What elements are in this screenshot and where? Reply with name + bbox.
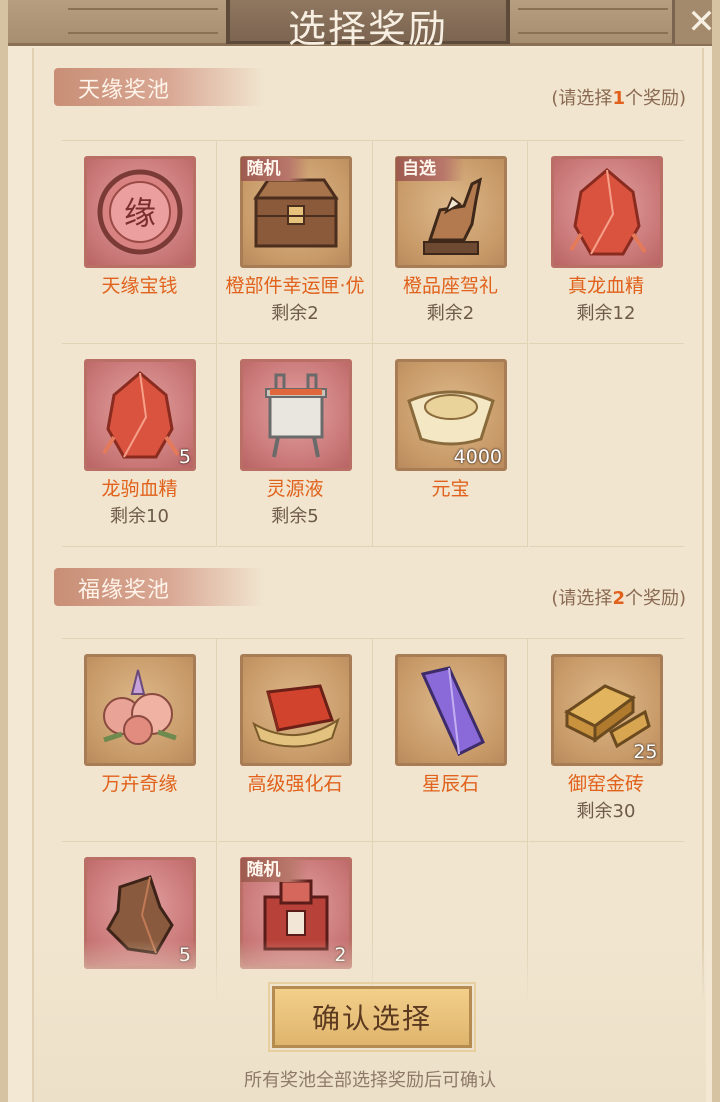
item-name: 星辰石 xyxy=(421,773,479,795)
title-bar: 选择奖励 xyxy=(8,0,712,51)
confirm-hint-text: 所有奖池全部选择奖励后可确认 xyxy=(244,1070,496,1091)
item-remaining-count: 剩余10 xyxy=(110,506,169,527)
svg-text:缘: 缘 xyxy=(124,194,156,232)
item-name: 橙部件幸运匣·优 xyxy=(225,275,365,297)
title-plate: 选择奖励 xyxy=(226,0,510,51)
empty-cell xyxy=(528,344,684,547)
item-remaining-count: 剩余2 xyxy=(426,303,475,324)
reward-item[interactable]: 25 御窑金砖剩余30 xyxy=(528,639,684,842)
item-frame[interactable] xyxy=(239,654,352,766)
page-title: 选择奖励 xyxy=(287,7,448,51)
item-frame[interactable]: 随机 xyxy=(239,156,352,268)
flower-bouquet-icon xyxy=(87,657,193,763)
item-quantity: 5 xyxy=(178,446,191,468)
reward-item[interactable]: 万卉奇缘 xyxy=(62,639,217,842)
item-name: 元宝 xyxy=(431,478,470,500)
reward-panel: 天缘奖池 (请选择1个奖励) 缘天缘宝钱 随机 橙部件幸运匣·优 剩余2 自选 橙品座驾礼… xyxy=(32,48,706,1102)
reward-item[interactable]: 真龙血精剩余12 xyxy=(528,141,684,344)
reward-item[interactable]: 自选橙品座驾礼剩余2 xyxy=(373,141,528,344)
item-remaining-count: 剩余30 xyxy=(576,801,636,822)
reward-item[interactable]: 星辰石 xyxy=(373,639,528,842)
item-tag-badge: 自选 xyxy=(396,157,464,181)
pool-title: 福缘奖池 xyxy=(78,578,171,603)
item-name: 真龙血精 xyxy=(567,275,644,297)
item-quantity: 25 xyxy=(633,741,658,763)
item-name: 龙驹血精 xyxy=(101,478,178,500)
item-frame[interactable]: 4000 xyxy=(395,359,507,471)
item-remaining-count: 剩余12 xyxy=(576,303,636,324)
item-frame[interactable] xyxy=(239,359,352,471)
reward-item[interactable]: 5 龙驹血精剩余10 xyxy=(62,344,217,547)
item-frame[interactable]: 25 xyxy=(550,654,663,766)
item-frame[interactable]: 自选 xyxy=(395,156,507,268)
item-remaining-count: 剩余2 xyxy=(271,303,319,324)
close-button[interactable]: ✕ xyxy=(672,0,716,44)
pool-header-fuyuan: 福缘奖池 (请选择2个奖励) xyxy=(34,548,706,609)
item-name: 高级强化石 xyxy=(247,773,343,795)
reward-item[interactable]: 4000 元宝 xyxy=(373,344,528,547)
item-name: 天缘宝钱 xyxy=(101,275,178,297)
confirm-selection-button[interactable]: 确认选择 xyxy=(268,982,476,1052)
red-crystal-icon xyxy=(554,159,660,265)
item-name: 灵源液 xyxy=(266,478,324,500)
red-stone-icon xyxy=(243,657,349,763)
cauldron-icon xyxy=(243,362,349,468)
item-name: 橙品座驾礼 xyxy=(402,275,498,297)
pool-header-tianyuan: 天缘奖池 (请选择1个奖励) xyxy=(34,48,706,109)
purple-crystal-icon xyxy=(398,657,504,763)
pool-selection-hint: (请选择1个奖励) xyxy=(551,88,686,109)
red-crystal-icon xyxy=(87,362,193,468)
item-frame[interactable] xyxy=(84,654,196,766)
title-decoration-right xyxy=(518,8,668,34)
pool-title: 天缘奖池 xyxy=(78,78,171,103)
item-name: 万卉奇缘 xyxy=(101,773,178,795)
reward-item[interactable]: 缘天缘宝钱 xyxy=(62,141,217,344)
item-frame[interactable] xyxy=(395,654,507,766)
title-decoration-left xyxy=(68,8,218,34)
item-tag-badge: 随机 xyxy=(240,157,309,181)
item-remaining-count: 剩余5 xyxy=(271,506,319,527)
reward-item[interactable]: 高级强化石 xyxy=(217,639,373,842)
item-quantity: 4000 xyxy=(453,446,502,468)
item-frame[interactable]: 5 xyxy=(84,359,196,471)
item-frame[interactable]: 缘 xyxy=(84,156,196,268)
item-name: 御窑金砖 xyxy=(567,773,644,795)
coin-icon: 缘 xyxy=(87,159,193,265)
reward-item[interactable]: 随机橙部件幸运匣·优 剩余2 xyxy=(217,141,373,344)
pool-grid-tianyuan: 缘天缘宝钱 随机 橙部件幸运匣·优 剩余2 自选 橙品座驾礼 剩余2 真龙血精 剩余12 5 龙驹血… xyxy=(62,140,684,547)
reward-selection-screen: 选择奖励 ✕ 天缘奖池 (请选择1个奖励) 缘天缘宝钱 随机 橙部件幸运匣·优 剩余2… xyxy=(0,0,720,1102)
reward-item[interactable]: 灵源液剩余5 xyxy=(217,344,373,547)
pool-selection-hint: (请选择2个奖励) xyxy=(551,588,686,609)
item-frame[interactable] xyxy=(550,156,663,268)
item-tag-badge: 随机 xyxy=(240,858,309,882)
close-x-icon: ✕ xyxy=(687,2,716,42)
